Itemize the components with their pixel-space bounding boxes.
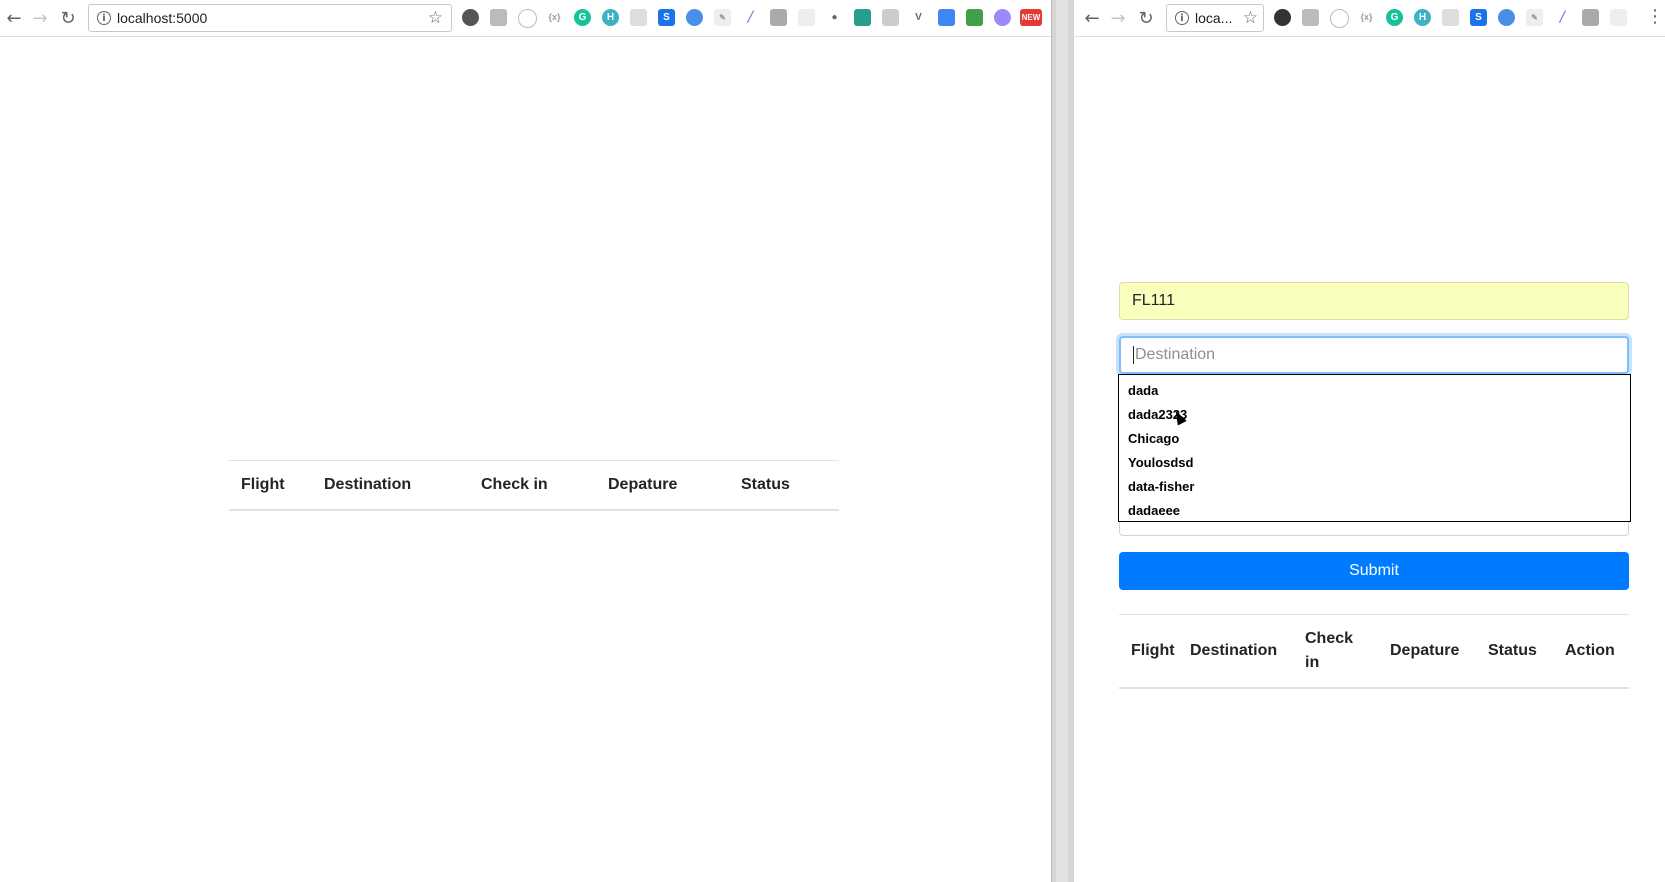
extension-icon[interactable] xyxy=(686,9,703,26)
info-icon[interactable]: i xyxy=(1175,11,1189,25)
autocomplete-option[interactable]: dada2323 xyxy=(1119,403,1630,427)
text-caret xyxy=(1133,346,1134,364)
back-icon[interactable]: ← xyxy=(2,6,26,30)
extension-icon[interactable] xyxy=(490,9,507,26)
extension-icon[interactable]: ● xyxy=(826,9,843,26)
window-divider xyxy=(1051,0,1076,882)
menu-icon[interactable]: ⋮ xyxy=(1646,6,1664,27)
flights-table: Flight Destination Check in Depature Sta… xyxy=(229,460,839,511)
column-header: Check in xyxy=(480,460,607,511)
extension-icon[interactable]: {x} xyxy=(1358,9,1375,26)
column-header: Status xyxy=(740,460,839,511)
extension-icon[interactable] xyxy=(854,9,871,26)
extension-icon[interactable]: S xyxy=(658,9,675,26)
grammarly-icon[interactable]: G xyxy=(574,9,591,26)
left-browser-window: ← → ↻ i localhost:5000 ☆ {x} G H S ✎ ╱ ●… xyxy=(0,0,1051,882)
extension-icon[interactable] xyxy=(518,9,537,28)
right-browser-window: ← → ↻ i loca... ☆ {x} G H S ✎ ╱ ⋮ FL111 … xyxy=(1074,0,1665,882)
browser-toolbar: ← → ↻ i loca... ☆ {x} G H S ✎ ╱ ⋮ xyxy=(1074,0,1665,37)
column-header: Destination xyxy=(1189,614,1304,689)
column-header: Flight xyxy=(1119,614,1189,689)
table-header-row: Flight Destination Check in Depature Sta… xyxy=(1119,614,1629,689)
reload-icon[interactable]: ↻ xyxy=(56,6,80,30)
extension-icon[interactable] xyxy=(770,9,787,26)
column-header: Status xyxy=(1487,614,1564,689)
extension-icon[interactable]: H xyxy=(602,9,619,26)
extension-icon[interactable] xyxy=(966,9,983,26)
column-header: Depature xyxy=(607,460,740,511)
extension-icon[interactable]: H xyxy=(1414,9,1431,26)
autocomplete-option[interactable]: data-fisher xyxy=(1119,475,1630,499)
star-icon[interactable]: ☆ xyxy=(428,8,443,28)
star-icon[interactable]: ☆ xyxy=(1243,8,1258,28)
extension-icon[interactable]: ╱ xyxy=(742,9,759,26)
translate-icon[interactable] xyxy=(938,9,955,26)
destination-placeholder: Destination xyxy=(1135,346,1216,363)
extension-icon[interactable] xyxy=(630,9,647,26)
column-header: Depature xyxy=(1389,614,1487,689)
extension-icon[interactable]: ✎ xyxy=(1526,9,1543,26)
destination-input[interactable]: Destination xyxy=(1119,336,1629,374)
autocomplete-option[interactable]: dadaeee xyxy=(1119,499,1630,523)
extension-icon[interactable] xyxy=(1610,9,1627,26)
address-bar[interactable]: i loca... ☆ xyxy=(1166,4,1264,32)
autocomplete-dropdown: dada dada2323 Chicago Youlosdsd data-fis… xyxy=(1118,374,1631,522)
url-text: localhost:5000 xyxy=(117,10,208,26)
column-header: Check in xyxy=(1304,614,1389,689)
forward-icon[interactable]: → xyxy=(28,6,52,30)
extension-icon[interactable] xyxy=(1330,9,1349,28)
flights-table: Flight Destination Check in Depature Sta… xyxy=(1119,614,1629,689)
table-header-row: Flight Destination Check in Depature Sta… xyxy=(229,460,839,511)
extension-icon[interactable]: V xyxy=(910,9,927,26)
extension-icon[interactable]: S xyxy=(1470,9,1487,26)
extension-icon[interactable]: ✎ xyxy=(714,9,731,26)
back-icon[interactable]: ← xyxy=(1080,6,1104,30)
reload-icon[interactable]: ↻ xyxy=(1134,6,1158,30)
forward-icon[interactable]: → xyxy=(1106,6,1130,30)
grammarly-icon[interactable]: G xyxy=(1386,9,1403,26)
extension-icon[interactable]: ╱ xyxy=(1554,9,1571,26)
extension-icon[interactable] xyxy=(882,9,899,26)
autocomplete-option[interactable]: dada xyxy=(1119,379,1630,403)
extension-icon[interactable] xyxy=(994,9,1011,26)
autocomplete-option[interactable]: Chicago xyxy=(1119,427,1630,451)
extension-icon[interactable] xyxy=(1302,9,1319,26)
extension-icon[interactable] xyxy=(798,9,815,26)
extension-icon[interactable] xyxy=(1498,9,1515,26)
extension-icon[interactable] xyxy=(462,9,479,26)
flight-input[interactable]: FL111 xyxy=(1119,282,1629,320)
column-header: Action xyxy=(1564,614,1629,689)
autocomplete-option[interactable]: Youlosdsd xyxy=(1119,451,1630,475)
extension-icon[interactable] xyxy=(1582,9,1599,26)
new-badge-icon[interactable]: NEW xyxy=(1020,9,1042,26)
url-text: loca... xyxy=(1195,10,1233,26)
extension-icon[interactable]: {x} xyxy=(546,9,563,26)
column-header: Destination xyxy=(323,460,480,511)
extension-icon[interactable] xyxy=(1274,9,1291,26)
address-bar[interactable]: i localhost:5000 ☆ xyxy=(88,4,452,32)
submit-button[interactable]: Submit xyxy=(1119,552,1629,590)
column-header: Flight xyxy=(229,460,323,511)
extension-icon[interactable] xyxy=(1442,9,1459,26)
info-icon[interactable]: i xyxy=(97,11,111,25)
browser-toolbar: ← → ↻ i localhost:5000 ☆ {x} G H S ✎ ╱ ●… xyxy=(0,0,1051,37)
column-header-label: Check in xyxy=(1305,629,1354,671)
